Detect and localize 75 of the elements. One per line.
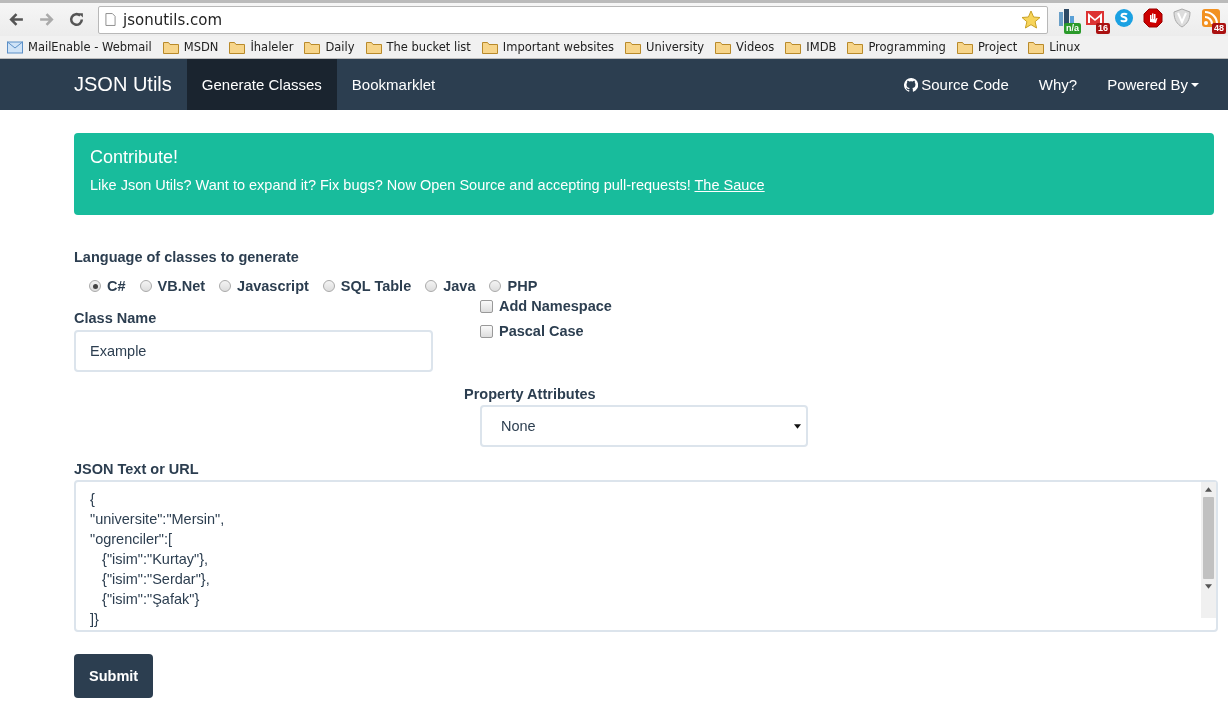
caret-icon: [794, 423, 801, 429]
folder-icon: [1028, 40, 1045, 54]
nav-link[interactable]: Source Code: [889, 59, 1024, 110]
nav-link[interactable]: Powered By: [1092, 59, 1214, 110]
scrollbar[interactable]: [1201, 482, 1216, 618]
radio-label: SQL Table: [340, 278, 412, 294]
checkbox-label: Pascal Case: [499, 323, 584, 339]
alert-title: Contribute!: [90, 147, 180, 168]
bookmark-link[interactable]: IMDB: [806, 40, 837, 54]
stop-hand-icon[interactable]: [1143, 7, 1163, 28]
json-text-field[interactable]: { "universite":"Mersin", "ogrenciler":[ {"isim":"Kurtay"}, {"isim":"Serdar"}, {"isim":"Şafak"} ]}: [74, 480, 1218, 632]
radio-button[interactable]: [425, 280, 438, 292]
bookmark-link[interactable]: Important websites: [502, 40, 615, 54]
bookmark-link[interactable]: Daily: [325, 40, 355, 54]
chat-icon[interactable]: [1114, 7, 1134, 28]
bookmark-link[interactable]: University: [646, 40, 705, 54]
submit-button[interactable]: Submit: [74, 654, 154, 698]
bookmark-link[interactable]: İhaleler: [250, 40, 294, 54]
github-icon: [904, 77, 919, 92]
bookmark-link[interactable]: MailEnable - Webmail: [28, 40, 152, 54]
caret-icon: [1191, 82, 1199, 87]
folder-icon: [715, 40, 732, 54]
star-icon[interactable]: [1021, 9, 1041, 30]
nav-link[interactable]: Why?: [1023, 59, 1093, 110]
alert-text: Like Json Utils? Want to expand it? Fix bugs? Now Open Source and accepting pull-requests! The Sauce: [90, 177, 766, 193]
scroll-up-icon[interactable]: [1205, 487, 1212, 492]
checkbox[interactable]: [480, 324, 493, 338]
bookmark-link[interactable]: Programming: [868, 40, 946, 54]
badge: 16: [1096, 22, 1110, 34]
folder-icon: [304, 40, 321, 54]
folder-icon: [625, 40, 642, 54]
checkbox-label: Add Namespace: [499, 298, 612, 314]
folder-icon: [481, 40, 498, 54]
radio-label: Java: [443, 278, 476, 294]
envelope-icon: [7, 40, 23, 54]
folder-icon: [956, 40, 973, 54]
shield-icon[interactable]: [1172, 7, 1192, 28]
nav-tab[interactable]: Generate Classes: [186, 59, 337, 110]
badge: n/a: [1064, 22, 1081, 34]
folder-icon: [365, 40, 382, 54]
field-label: Property Attributes: [464, 386, 597, 402]
radio-label: C#: [107, 278, 126, 294]
bookmark-link[interactable]: The bucket list: [386, 40, 471, 54]
radio-button[interactable]: [489, 280, 502, 292]
bookmark-link[interactable]: Project: [977, 40, 1018, 54]
badge: 48: [1212, 22, 1226, 34]
forward-icon[interactable]: [38, 11, 55, 28]
radio-label: VB.Net: [157, 278, 206, 294]
checkbox[interactable]: [480, 299, 493, 313]
bookmark-link[interactable]: Linux: [1049, 40, 1081, 54]
nav-tab[interactable]: Bookmarklet: [336, 59, 451, 110]
bookmark-link[interactable]: Videos: [736, 40, 775, 54]
scroll-down-icon[interactable]: [1205, 584, 1212, 589]
field-label: Language of classes to generate: [74, 249, 300, 265]
brand-link[interactable]: JSON Utils: [59, 59, 187, 110]
reload-icon[interactable]: [68, 11, 85, 28]
folder-icon: [785, 40, 802, 54]
radio-button[interactable]: [89, 280, 101, 292]
radio-button[interactable]: [322, 280, 335, 292]
bookmark-link[interactable]: MSDN: [183, 40, 219, 54]
url-text: jsonutils.com: [123, 10, 223, 29]
radio-label: Javascript: [237, 278, 309, 294]
radio-label: PHP: [507, 278, 538, 294]
folder-icon: [847, 40, 864, 54]
radio-button[interactable]: [219, 280, 232, 292]
folder-icon: [162, 40, 179, 54]
radio-button[interactable]: [139, 280, 152, 292]
field-label: JSON Text or URL: [74, 461, 200, 477]
property-attributes-select[interactable]: None: [480, 405, 808, 447]
page-icon: [105, 13, 116, 26]
class-name-field[interactable]: Example: [74, 330, 433, 372]
field-label: Class Name: [74, 310, 158, 326]
back-icon[interactable]: [8, 11, 25, 28]
folder-icon: [229, 40, 246, 54]
address-bar[interactable]: jsonutils.com: [98, 5, 1048, 34]
